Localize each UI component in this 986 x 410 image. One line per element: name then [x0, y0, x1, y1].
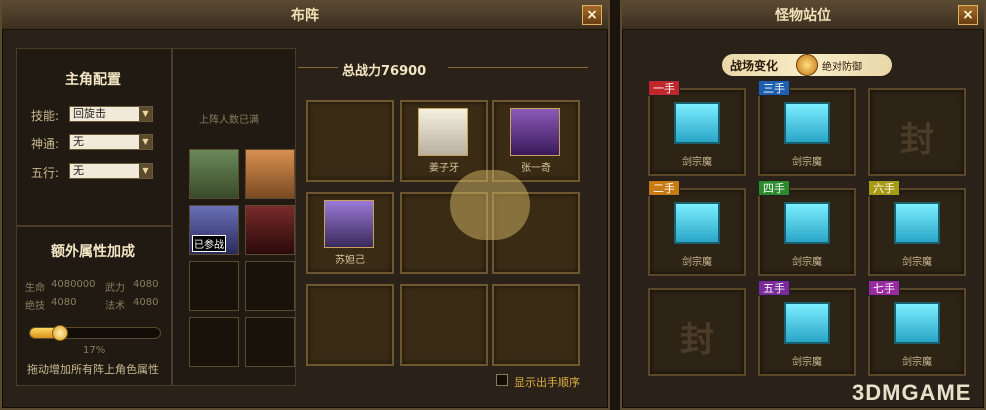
- bench-status-badge: 已参战: [192, 235, 226, 252]
- character-portrait-jiang: [418, 108, 468, 156]
- chevron-down-icon: ▼: [139, 135, 152, 149]
- skill-stat-value: 4080: [51, 297, 77, 308]
- monster-slot-4[interactable]: 剑宗魔 二手: [648, 180, 746, 276]
- monster-portrait-icon: [784, 302, 830, 344]
- monster-portrait-icon: [894, 302, 940, 344]
- monster-name: 剑宗魔: [682, 257, 712, 268]
- total-power: 总战力76900: [342, 64, 427, 79]
- formation-slot-8[interactable]: [400, 284, 488, 366]
- power-divider-right: [448, 67, 588, 68]
- monster-panel: 怪物站位 × 战场变化 绝对防御 剑宗魔 一手 剑宗魔 三手封剑宗魔 二手 剑宗魔 四手 剑宗…: [620, 0, 986, 410]
- battle-change-value[interactable]: 绝对防御: [822, 58, 862, 73]
- attack-order-badge: 四手: [758, 180, 790, 196]
- extra-attributes-section: 额外属性加成 生命 4080000 武力 4080 绝技 4080 法术 408…: [16, 226, 172, 386]
- divine-select[interactable]: 无 ▼: [69, 134, 153, 150]
- monster-portrait-icon: [674, 102, 720, 144]
- watermark: 3DMGAME: [852, 380, 972, 405]
- bench-empty-4[interactable]: [245, 317, 295, 367]
- slider-percent: 17%: [83, 345, 106, 356]
- slider-hint: 拖动增加所有阵上角色属性: [27, 363, 159, 376]
- config-heading: 主角配置: [65, 72, 121, 88]
- hp-label: 生命: [25, 283, 45, 294]
- formation-slot-2[interactable]: 姜子牙: [400, 100, 488, 182]
- full-notice: 上阵人数已满: [199, 115, 259, 126]
- magic-label: 法术: [105, 301, 125, 312]
- attack-order-badge: 七手: [868, 280, 900, 296]
- attribute-slider[interactable]: [29, 325, 161, 341]
- monster-name: 剑宗魔: [902, 357, 932, 368]
- skill-value: 回旋击: [73, 107, 106, 120]
- character-portrait-zhang: [510, 108, 560, 156]
- formation-slot-1[interactable]: [306, 100, 394, 182]
- attack-order-badge: 一手: [648, 80, 680, 96]
- bench-empty-1[interactable]: [189, 261, 239, 311]
- skill-stat-label: 绝技: [25, 301, 45, 312]
- monster-slot-7[interactable]: 封: [648, 288, 746, 376]
- bench-character-4[interactable]: [245, 205, 295, 255]
- slider-handle[interactable]: [52, 325, 69, 341]
- attack-order-badge: 六手: [868, 180, 900, 196]
- force-label: 武力: [105, 283, 125, 294]
- force-value: 4080: [133, 279, 159, 290]
- bench-empty-3[interactable]: [189, 317, 239, 367]
- divine-value: 无: [73, 135, 84, 148]
- monster-slot-2[interactable]: 剑宗魔 三手: [758, 80, 856, 176]
- formation-slot-9[interactable]: [492, 284, 580, 366]
- battle-change-banner: 战场变化 绝对防御: [722, 54, 892, 76]
- monster-portrait-icon: [894, 202, 940, 244]
- shield-icon: [796, 54, 818, 76]
- attack-order-badge: 二手: [648, 180, 680, 196]
- formation-panel: 布阵 × 主角配置 技能: 回旋击 ▼ 神通: 无 ▼ 五行: 无 ▼ 额外属性加成 …: [0, 0, 610, 410]
- bench-empty-2[interactable]: [245, 261, 295, 311]
- monster-slot-3[interactable]: 封: [868, 88, 966, 176]
- hp-value: 4080000: [51, 279, 96, 290]
- formation-title: 布阵: [2, 2, 608, 30]
- formation-slot-4[interactable]: 苏妲己: [306, 192, 394, 274]
- monster-name: 剑宗魔: [792, 257, 822, 268]
- element-select[interactable]: 无 ▼: [69, 163, 153, 179]
- character-portrait-su: [324, 200, 374, 248]
- show-order-label: 显示出手顺序: [514, 376, 580, 389]
- power-divider-left: [298, 67, 338, 68]
- config-section: 主角配置 技能: 回旋击 ▼ 神通: 无 ▼ 五行: 无 ▼: [16, 48, 172, 226]
- bench-character-2[interactable]: [245, 149, 295, 199]
- skill-label: 技能:: [31, 109, 60, 123]
- roster-section: 上阵人数已满 已参战: [172, 48, 296, 386]
- monster-slot-8[interactable]: 剑宗魔 五手: [758, 280, 856, 376]
- formation-close-button[interactable]: ×: [582, 5, 602, 25]
- divine-label: 神通:: [31, 137, 60, 151]
- monster-title: 怪物站位: [622, 2, 984, 30]
- magic-value: 4080: [133, 297, 159, 308]
- extra-heading: 额外属性加成: [51, 244, 135, 260]
- monster-portrait-icon: [674, 202, 720, 244]
- attack-order-badge: 三手: [758, 80, 790, 96]
- monster-slot-1[interactable]: 剑宗魔 一手: [648, 80, 746, 176]
- sealed-slot-label: 封: [680, 320, 714, 360]
- chevron-down-icon: ▼: [139, 107, 152, 121]
- monster-name: 剑宗魔: [902, 257, 932, 268]
- monster-portrait-icon: [784, 102, 830, 144]
- skill-select[interactable]: 回旋击 ▼: [69, 106, 153, 122]
- monster-slot-9[interactable]: 剑宗魔 七手: [868, 280, 966, 376]
- formation-slot-7[interactable]: [306, 284, 394, 366]
- battle-change-label: 战场变化: [730, 59, 779, 73]
- formation-slot-3[interactable]: 张一奇: [492, 100, 580, 182]
- character-name: 苏妲己: [335, 255, 365, 266]
- monster-name: 剑宗魔: [792, 357, 822, 368]
- bench-character-3[interactable]: 已参战: [189, 205, 239, 255]
- monster-name: 剑宗魔: [682, 157, 712, 168]
- monster-slot-6[interactable]: 剑宗魔 六手: [868, 180, 966, 276]
- bench-character-1[interactable]: [189, 149, 239, 199]
- chevron-down-icon: ▼: [139, 164, 152, 178]
- monster-name: 剑宗魔: [792, 157, 822, 168]
- monster-close-button[interactable]: ×: [958, 5, 978, 25]
- show-order-checkbox[interactable]: [496, 374, 508, 386]
- attack-order-badge: 五手: [758, 280, 790, 296]
- sealed-slot-label: 封: [900, 120, 934, 160]
- element-value: 无: [73, 164, 84, 177]
- mascot-watermark-icon: [450, 170, 530, 240]
- monster-portrait-icon: [784, 202, 830, 244]
- element-label: 五行:: [31, 166, 60, 180]
- monster-slot-5[interactable]: 剑宗魔 四手: [758, 180, 856, 276]
